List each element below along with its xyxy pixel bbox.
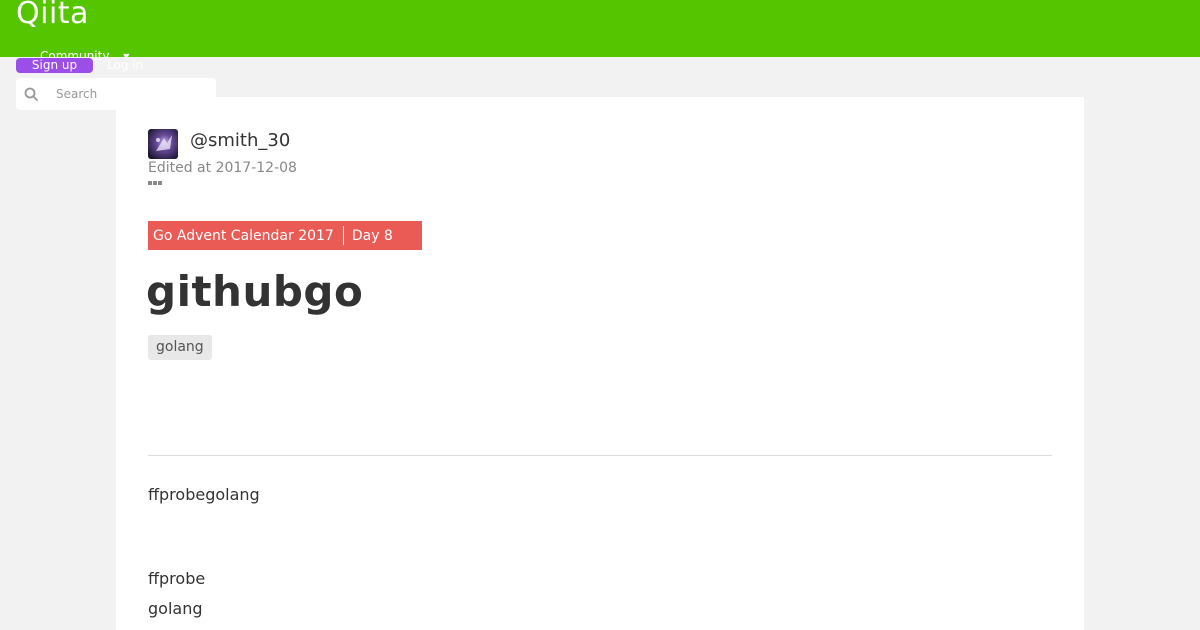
advent-calendar-banner[interactable]: Go Advent Calendar 2017 Day 8	[148, 221, 422, 250]
login-link[interactable]: Log in	[107, 58, 143, 73]
signup-button[interactable]: Sign up	[16, 58, 93, 73]
author-name[interactable]: @smith_30	[190, 130, 290, 151]
search-icon	[24, 87, 38, 101]
qiita-logo[interactable]: Qiita	[16, 0, 89, 31]
content-divider	[148, 455, 1052, 456]
banner-divider	[342, 226, 344, 245]
global-header: Qiita	[0, 0, 1200, 57]
article-title: githubgo	[146, 267, 364, 316]
advent-calendar-day: Day 8	[351, 227, 393, 244]
article-card: @smith_30 Edited at 2017-12-08 Go Advent…	[116, 97, 1084, 630]
tag-golang[interactable]: golang	[148, 335, 212, 360]
more-icon[interactable]	[148, 181, 163, 191]
body-paragraph: ffprobe	[148, 569, 206, 588]
advent-calendar-name: Go Advent Calendar 2017	[153, 227, 334, 244]
body-paragraph: golang	[148, 599, 203, 618]
author-avatar[interactable]	[148, 129, 178, 159]
edited-date: Edited at 2017-12-08	[148, 160, 297, 176]
body-paragraph: ffprobegolang	[148, 485, 260, 504]
